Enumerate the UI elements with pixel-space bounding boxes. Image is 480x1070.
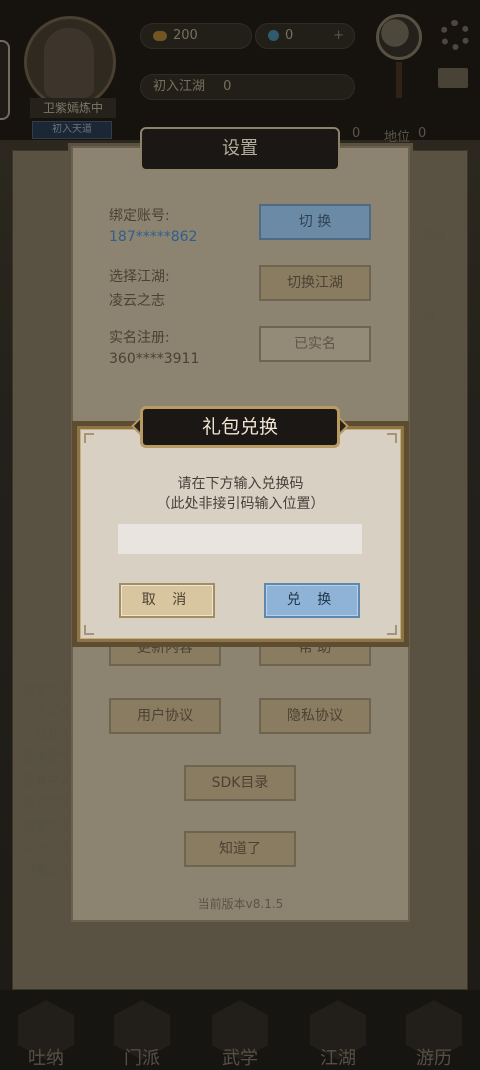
realname-label: 实名注册: bbox=[109, 330, 170, 346]
privacy-policy-button[interactable]: 隐私协议 bbox=[259, 698, 371, 734]
gift-redeem-title: 礼包兑换 bbox=[140, 406, 340, 448]
select-world-value: 凌云之志 bbox=[109, 293, 165, 309]
switch-world-button[interactable]: 切换江湖 bbox=[259, 265, 371, 301]
user-agreement-button[interactable]: 用户协议 bbox=[109, 698, 221, 734]
redeem-code-input[interactable] bbox=[118, 524, 362, 554]
prompt-line-1: 请在下方输入兑换码 bbox=[177, 476, 304, 492]
bind-account-label: 绑定账号: bbox=[109, 208, 170, 224]
redeem-button[interactable]: 兑 换 bbox=[264, 583, 360, 618]
bind-account-value: 187*****862 bbox=[109, 229, 198, 245]
switch-account-button[interactable]: 切 换 bbox=[259, 204, 371, 240]
gift-redeem-prompt: 请在下方输入兑换码 （此处非接引码输入位置） bbox=[77, 474, 404, 514]
corner-ornament-icon bbox=[84, 433, 94, 443]
prompt-line-2: （此处非接引码输入位置） bbox=[156, 496, 325, 512]
corner-ornament-icon bbox=[387, 433, 397, 443]
realname-value: 360****3911 bbox=[109, 351, 200, 367]
cancel-button[interactable]: 取 消 bbox=[119, 583, 215, 618]
settings-title: 设置 bbox=[140, 127, 340, 171]
sdk-directory-button[interactable]: SDK目录 bbox=[184, 765, 296, 801]
version-label: 当前版本v8.1.5 bbox=[197, 897, 284, 911]
ok-button[interactable]: 知道了 bbox=[184, 831, 296, 867]
realname-button[interactable]: 已实名 bbox=[259, 326, 371, 362]
select-world-label: 选择江湖: bbox=[109, 269, 170, 285]
corner-ornament-icon bbox=[84, 625, 94, 635]
corner-ornament-icon bbox=[387, 625, 397, 635]
